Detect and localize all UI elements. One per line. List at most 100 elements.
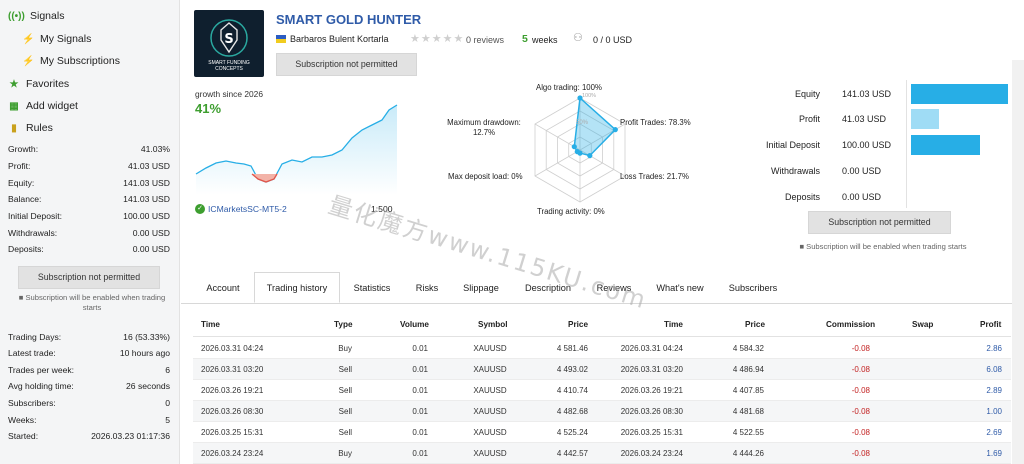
col-profit[interactable]: Profit <box>980 320 1001 329</box>
metric-value: 0.00 USD <box>842 166 882 176</box>
signal-title[interactable]: SMART GOLD HUNTER <box>276 12 421 27</box>
col-type[interactable]: Type <box>334 320 353 329</box>
radar-point <box>612 127 618 133</box>
broker-link[interactable]: ICMarketsSC-MT5-2 <box>208 204 287 214</box>
ukraine-flag-icon <box>276 35 286 43</box>
table-header-divider <box>193 336 1011 337</box>
tab-account[interactable]: Account <box>193 273 253 303</box>
col-swap[interactable]: Swap <box>912 320 933 329</box>
info-trades-per-week: Trades per week: 6 <box>8 365 170 375</box>
col-volume[interactable]: Volume <box>400 320 429 329</box>
weeks-label: weeks <box>532 35 558 45</box>
stat-initial-deposit: Initial Deposit: 100.00 USD <box>8 211 170 221</box>
col-open-time[interactable]: Time <box>201 320 220 329</box>
table-row[interactable]: 2026.03.24 23:24 Buy 0.01 XAUUSD 4 442.57 202… <box>193 443 1011 464</box>
stat-equity: Equity: 141.03 USD <box>8 178 170 188</box>
reviews-count[interactable]: 0 reviews <box>466 35 504 45</box>
metric-value: 100.00 USD <box>842 140 892 150</box>
nav-my-subscriptions[interactable]: ⚡ My Subscriptions <box>22 55 120 67</box>
tab-slippage[interactable]: Slippage <box>454 273 508 303</box>
radar-point <box>571 144 577 150</box>
table-cell: 0.01 <box>412 449 428 458</box>
nav-add-widget[interactable]: ▦ Add widget <box>8 100 78 112</box>
table-cell: 2026.03.26 08:30 <box>201 407 264 416</box>
table-row[interactable]: 2026.03.26 19:21 Sell 0.01 XAUUSD 4 410.74 20… <box>193 380 1011 401</box>
sidebar-subscribe-button[interactable]: Subscription not permitted <box>18 266 160 289</box>
table-row[interactable]: 2026.03.25 15:31 Sell 0.01 XAUUSD 4 525.24 20… <box>193 422 1011 443</box>
metrics-subscribe-note: ■ Subscription will be enabled when trad… <box>799 242 967 251</box>
tab-reviews[interactable]: Reviews <box>588 273 640 303</box>
metric-label: Equity <box>794 89 820 99</box>
table-cell: -0.08 <box>851 449 870 458</box>
table-cell: 0.01 <box>412 428 428 437</box>
metric-value: 0.00 USD <box>842 192 882 202</box>
table-cell: Sell <box>338 386 352 395</box>
table-cell: XAUUSD <box>473 449 507 458</box>
growth-chart <box>195 104 398 195</box>
table-cell: Sell <box>338 365 352 374</box>
metrics-subscribe-button[interactable]: Subscription not permitted <box>808 211 951 234</box>
radar-tick-50: 50% <box>576 120 589 126</box>
author-name[interactable]: Barbaros Bulent Kortarla <box>290 34 389 44</box>
info-started: Started: 2026.03.23 01:17:36 <box>8 431 170 441</box>
subscriptions-icon: ⚡ <box>22 55 35 67</box>
header-subscribe-button[interactable]: Subscription not permitted <box>276 53 417 76</box>
table-cell: -0.08 <box>851 344 870 353</box>
weeks-count: 5 <box>522 33 528 45</box>
table-cell: Sell <box>338 407 352 416</box>
radar-label-drawdown: Maximum drawdown: 12.7% <box>447 118 521 137</box>
table-cell: 2026.03.26 08:30 <box>620 407 683 416</box>
growth-area <box>196 105 397 195</box>
info-weeks: Weeks: 5 <box>8 415 170 425</box>
col-symbol[interactable]: Symbol <box>478 320 508 329</box>
stat-deposits: Deposits: 0.00 USD <box>8 244 170 254</box>
nav-favorites[interactable]: ★ Favorites <box>8 78 70 90</box>
widget-icon: ▦ <box>9 100 19 112</box>
table-cell: 2.89 <box>986 386 1002 395</box>
svg-text:S: S <box>224 32 233 47</box>
table-cell: Buy <box>338 344 352 353</box>
table-cell: 2026.03.25 15:31 <box>620 428 683 437</box>
my-signals-icon: ⚡ <box>22 33 35 45</box>
info-latest-trade: Latest trade: 10 hours ago <box>8 348 170 358</box>
table-cell: 0.01 <box>412 365 428 374</box>
table-cell: 0.01 <box>412 344 428 353</box>
col-commission[interactable]: Commission <box>826 320 875 329</box>
tab-description[interactable]: Description <box>515 273 581 303</box>
col-open-price[interactable]: Price <box>568 320 588 329</box>
nav-rules[interactable]: ▮ Rules <box>8 122 53 134</box>
radar-tick-100: 100% <box>582 93 596 99</box>
favorites-icon: ★ <box>9 78 19 90</box>
table-cell: 2026.03.24 23:24 <box>201 449 264 458</box>
signal-logo: S SMART FUNDING CONCEPTS <box>194 10 264 77</box>
table-cell: 2.86 <box>986 344 1002 353</box>
table-row[interactable]: 2026.03.31 04:24 Buy 0.01 XAUUSD 4 581.46 202… <box>193 338 1011 359</box>
tab-risks[interactable]: Risks <box>407 273 447 303</box>
table-cell: 4 584.32 <box>732 344 764 353</box>
col-close-time[interactable]: Time <box>664 320 683 329</box>
table-row[interactable]: 2026.03.31 03:20 Sell 0.01 XAUUSD 4 493.02 20… <box>193 359 1011 380</box>
tab-subscribers[interactable]: Subscribers <box>720 273 786 303</box>
table-cell: -0.08 <box>851 428 870 437</box>
radar-point <box>574 149 580 155</box>
sidebar: ((•)) Signals ⚡ My Signals ⚡ My Subscrip… <box>0 0 180 464</box>
table-cell: 2026.03.31 03:20 <box>201 365 264 374</box>
nav-signals[interactable]: ((•)) Signals <box>8 10 64 22</box>
tab-whats-new[interactable]: What's new <box>648 273 712 303</box>
tab-statistics[interactable]: Statistics <box>342 273 402 303</box>
table-cell: 4 407.85 <box>732 386 764 395</box>
col-close-price[interactable]: Price <box>745 320 765 329</box>
tabs-divider <box>181 303 1024 304</box>
table-row[interactable]: 2026.03.26 08:30 Sell 0.01 XAUUSD 4 482.68 20… <box>193 401 1011 422</box>
table-cell: 4 493.02 <box>556 365 588 374</box>
table-cell: XAUUSD <box>473 365 507 374</box>
scrollbar[interactable] <box>1012 60 1024 464</box>
table-cell: 0.01 <box>412 407 428 416</box>
table-cell: 4 481.68 <box>732 407 764 416</box>
nav-my-signals[interactable]: ⚡ My Signals <box>22 33 91 45</box>
table-cell: 2026.03.25 15:31 <box>201 428 264 437</box>
tab-trading-history[interactable]: Trading history <box>254 272 340 303</box>
table-cell: 4 410.74 <box>556 386 588 395</box>
stat-balance: Balance: 141.03 USD <box>8 194 170 204</box>
table-cell: XAUUSD <box>473 428 507 437</box>
